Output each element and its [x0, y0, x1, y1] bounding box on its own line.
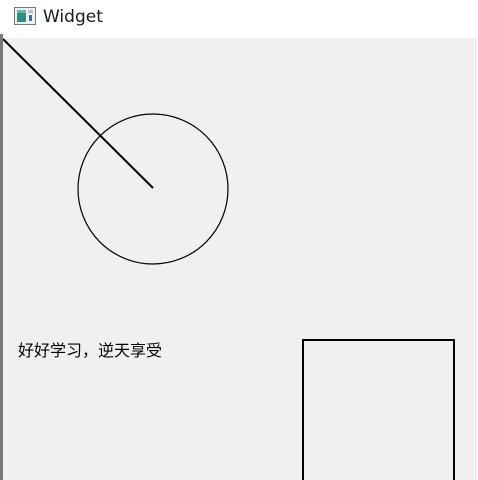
painted-text: 好好学习，逆天享受 — [18, 341, 163, 360]
window-left-border — [0, 34, 3, 480]
title-bar[interactable]: Widget — [0, 0, 478, 34]
rectangle-shape — [302, 339, 455, 480]
window-title: Widget — [43, 7, 103, 27]
diagonal-line — [2, 38, 154, 189]
widget-window: Widget 好好学习，逆天享受 — [0, 0, 478, 480]
widget-client-area: 好好学习，逆天享受 — [0, 38, 478, 480]
app-window-icon — [14, 7, 36, 25]
paint-canvas — [2, 38, 455, 480]
